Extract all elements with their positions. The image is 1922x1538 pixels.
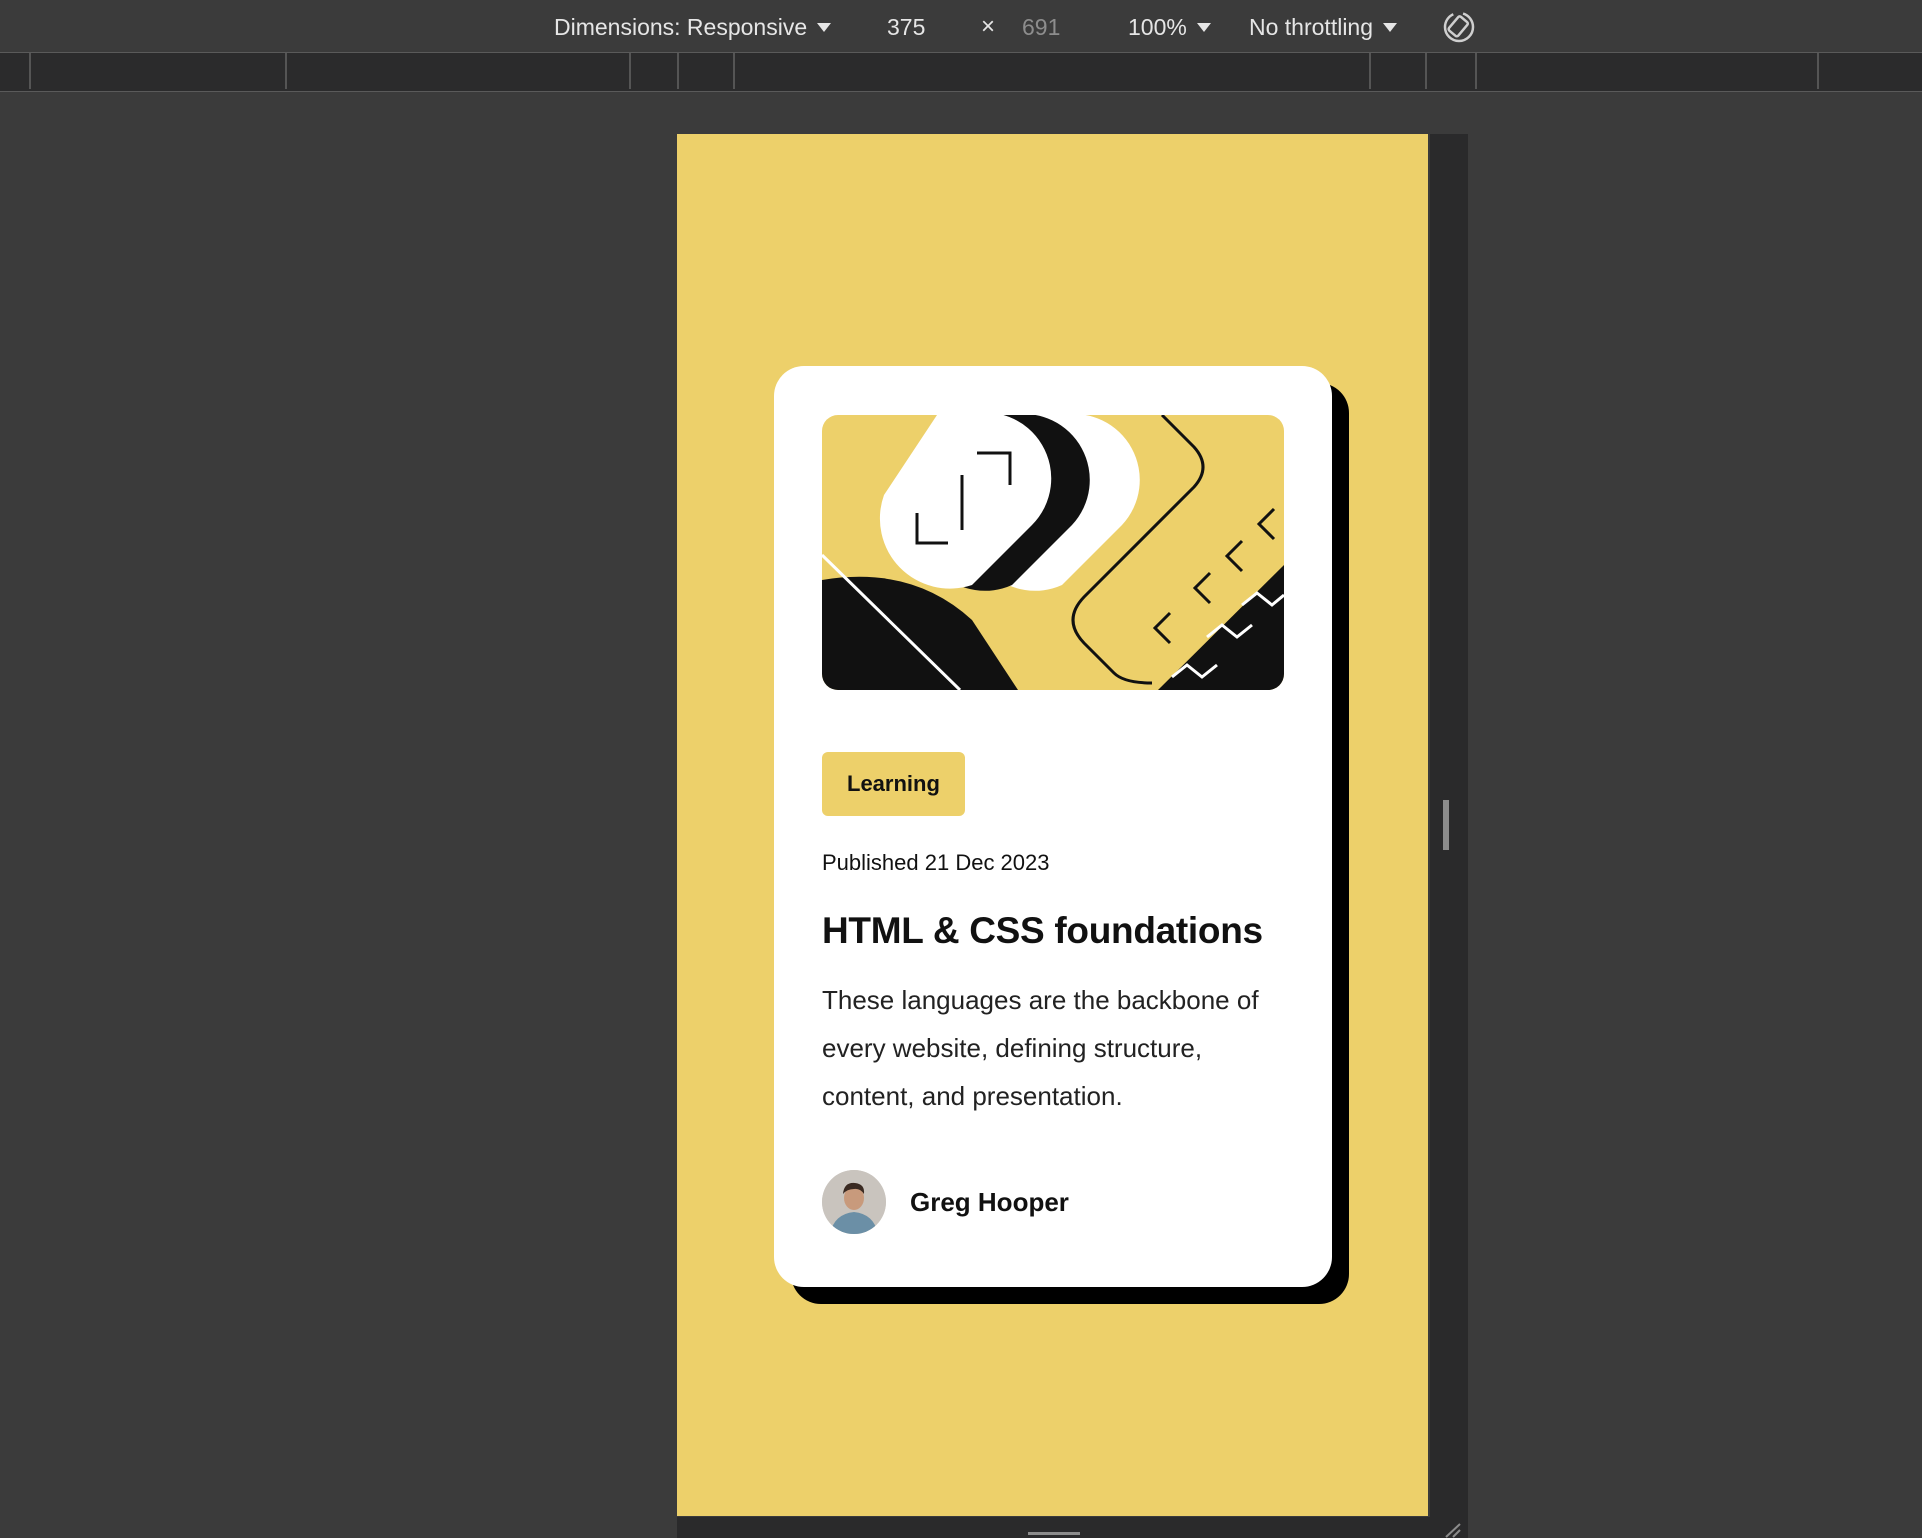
chevron-down-icon [817,23,832,32]
viewport-resize-bar-right[interactable] [1430,134,1468,1538]
avatar [822,1170,886,1234]
height-value: 691 [1022,14,1061,40]
published-date: Published 21 Dec 2023 [822,850,1050,875]
author-row: Greg Hooper [822,1170,1284,1234]
dimensions-label: Dimensions: Responsive [554,14,808,40]
blog-preview-card[interactable]: Learning Published 21 Dec 2023 HTML & CS… [774,366,1332,1287]
width-input[interactable]: 375 [887,12,925,42]
zoom-value: 100% [1128,14,1187,40]
category-tag: Learning [822,752,965,816]
chevron-down-icon [1383,23,1398,32]
card-description: These languages are the backbone of ever… [822,985,1259,1111]
device-viewport: Learning Published 21 Dec 2023 HTML & CS… [677,134,1428,1516]
resize-handle-bottom[interactable] [1028,1532,1080,1535]
zoom-dropdown[interactable]: 100% [1128,12,1211,42]
blog-illustration-image [822,415,1284,690]
dimensions-dropdown[interactable]: Dimensions: Responsive [554,12,832,42]
author-name: Greg Hooper [910,1186,1069,1217]
throttling-dropdown[interactable]: No throttling [1249,12,1398,42]
rotate-button[interactable] [1441,9,1477,43]
rotate-icon [1443,11,1475,43]
devtools-device-toolbar: Dimensions: Responsive 375 × 691 100% No… [0,0,1922,53]
resize-handle-right[interactable] [1443,800,1449,850]
times-icon: × [981,13,996,40]
media-query-bar[interactable] [0,53,1922,92]
height-input[interactable]: 691 [1022,12,1060,42]
card-title[interactable]: HTML & CSS foundations [822,910,1284,952]
resize-corner-icon[interactable] [1444,1522,1462,1538]
width-value: 375 [887,14,926,40]
chevron-down-icon [1196,23,1211,32]
throttling-value: No throttling [1249,14,1374,40]
